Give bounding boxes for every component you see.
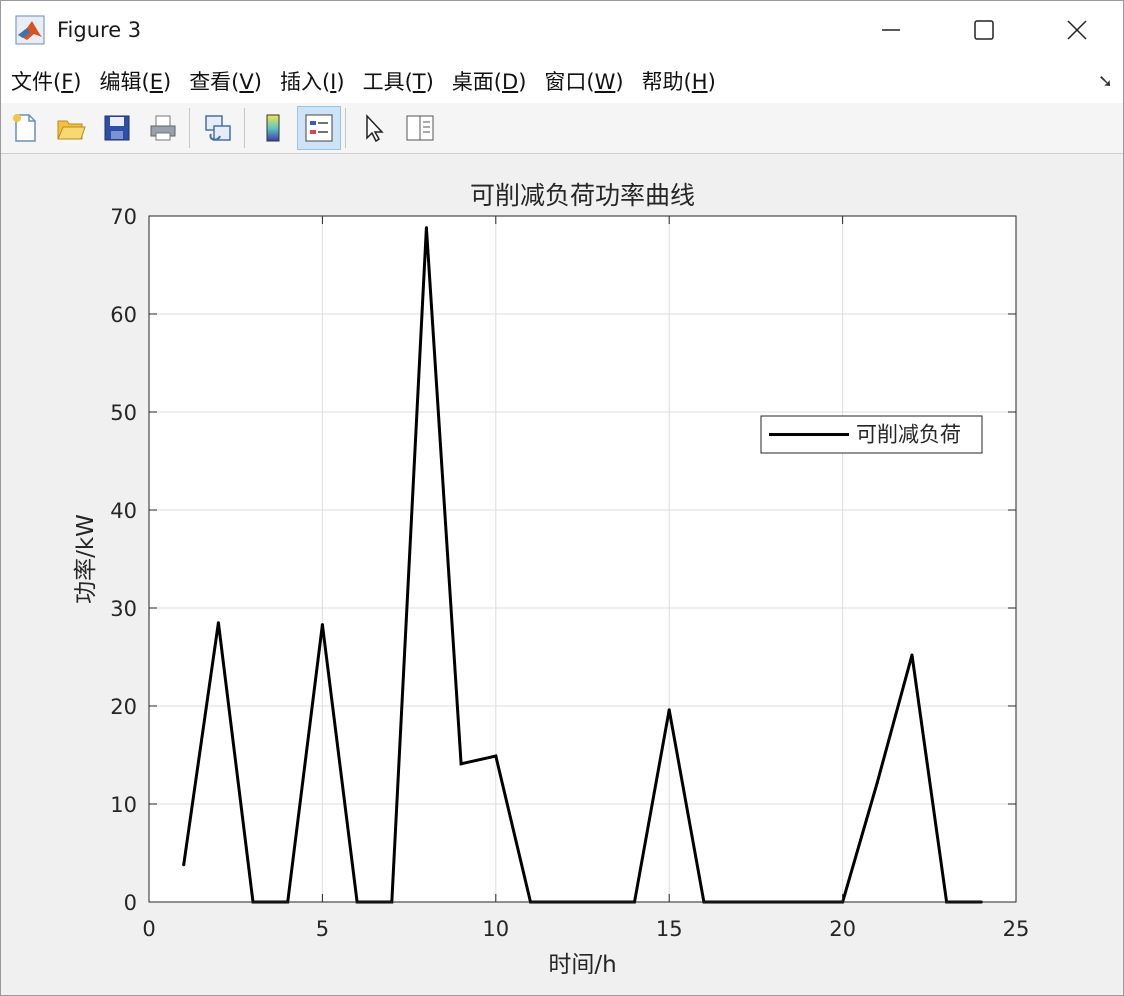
y-tick-label: 30 xyxy=(110,597,137,621)
title-bar[interactable]: Figure 3 xyxy=(1,1,1123,59)
link-plot-button[interactable] xyxy=(196,106,240,150)
property-inspector-icon xyxy=(406,115,434,141)
legend-button[interactable] xyxy=(297,106,341,150)
data-point xyxy=(424,226,428,230)
toolbar xyxy=(1,103,1123,154)
close-icon xyxy=(1066,20,1087,40)
toolbar-separator xyxy=(244,108,245,148)
data-point xyxy=(875,780,879,784)
close-button[interactable] xyxy=(1030,1,1123,59)
new-figure-icon xyxy=(13,114,36,142)
y-tick-label: 20 xyxy=(110,695,137,719)
window-title: Figure 3 xyxy=(57,18,142,42)
y-axis-label: 功率/kW xyxy=(73,514,99,604)
menu-bar: 文件(F) 编辑(E) 查看(V) 插入(I) 工具(T) 桌面(D) 窗口(W… xyxy=(1,59,1123,103)
chart-title: 可削减负荷功率曲线 xyxy=(470,181,695,210)
menu-insert[interactable]: 插入(I) xyxy=(270,66,353,96)
toolbar-separator xyxy=(345,108,346,148)
legend[interactable]: 可削减负荷 xyxy=(760,415,983,454)
edit-plot-button[interactable] xyxy=(352,106,396,150)
colorbar-button[interactable] xyxy=(251,106,295,150)
data-point xyxy=(459,762,463,766)
y-tick-label: 40 xyxy=(110,499,137,523)
property-inspector-button[interactable] xyxy=(398,106,442,150)
open-file-icon xyxy=(57,120,86,140)
x-tick-label: 20 xyxy=(829,917,856,941)
y-tick-label: 70 xyxy=(110,205,137,229)
link-plot-icon xyxy=(205,115,231,141)
save-button[interactable] xyxy=(95,106,139,150)
print-button[interactable] xyxy=(141,106,185,150)
menu-file[interactable]: 文件(F) xyxy=(1,66,90,96)
x-tick-label: 15 xyxy=(656,917,683,941)
minimize-icon xyxy=(881,29,900,31)
y-tick-label: 0 xyxy=(124,891,137,915)
maximize-button[interactable] xyxy=(937,1,1030,59)
data-point xyxy=(216,621,220,625)
open-file-button[interactable] xyxy=(49,106,93,150)
line-chart[interactable]: 0 5 10 15 20 25 0 10 20 30 40 50 60 70 可削减负荷功率曲线 时间/h… xyxy=(1,154,1123,995)
data-point xyxy=(494,754,498,758)
minimize-button[interactable] xyxy=(844,1,937,59)
maximize-icon xyxy=(973,20,994,40)
data-point xyxy=(320,623,324,627)
x-axis-label: 时间/h xyxy=(548,952,616,978)
figure-canvas: 0 5 10 15 20 25 0 10 20 30 40 50 60 70 可削减负荷功率曲线 时间/h… xyxy=(1,154,1123,995)
figure-window: Figure 3 文件(F) 编辑(E) 查看(V) 插入(I) 工具(T) 桌… xyxy=(0,0,1124,996)
menu-view[interactable]: 查看(V) xyxy=(179,66,270,96)
x-tick-label: 0 xyxy=(142,917,155,941)
y-tick-label: 10 xyxy=(110,793,137,817)
menu-desktop[interactable]: 桌面(D) xyxy=(442,66,535,96)
save-icon xyxy=(104,115,130,141)
menu-tools[interactable]: 工具(T) xyxy=(353,66,442,96)
data-point xyxy=(667,708,671,712)
x-tick-label: 25 xyxy=(1003,917,1030,941)
menu-window[interactable]: 窗口(W) xyxy=(534,66,631,96)
data-point xyxy=(910,653,914,657)
legend-icon xyxy=(305,114,333,142)
y-tick-label: 50 xyxy=(110,401,137,425)
toolbar-separator xyxy=(189,108,190,148)
menu-edit[interactable]: 编辑(E) xyxy=(90,66,180,96)
x-tick-label: 10 xyxy=(482,917,509,941)
new-figure-button[interactable] xyxy=(3,106,47,150)
x-tick-label: 5 xyxy=(316,917,329,941)
data-point xyxy=(182,863,186,867)
legend-entry-label: 可削减负荷 xyxy=(856,423,961,447)
plot-area xyxy=(149,216,1016,902)
y-tick-label: 60 xyxy=(110,303,137,327)
menu-help[interactable]: 帮助(H) xyxy=(632,66,724,96)
edit-plot-icon xyxy=(366,114,384,143)
matlab-logo-icon xyxy=(15,15,45,45)
dock-arrow-icon[interactable]: ➘ xyxy=(1098,71,1113,92)
print-icon xyxy=(150,115,176,141)
colorbar-icon xyxy=(266,114,280,142)
